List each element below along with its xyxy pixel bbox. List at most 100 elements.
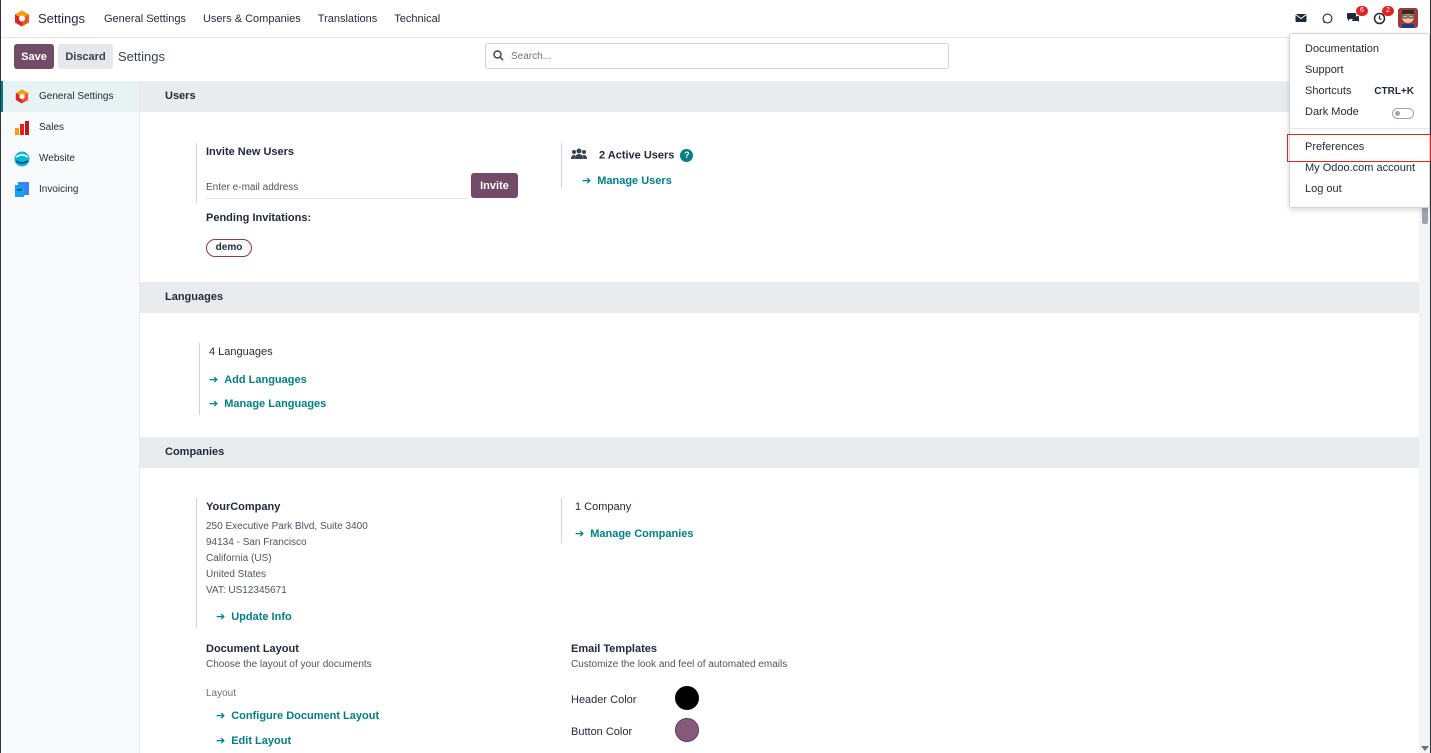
arrow-right-icon: ➔ — [209, 398, 219, 410]
save-button[interactable]: Save — [14, 44, 54, 69]
user-avatar[interactable] — [1398, 8, 1418, 28]
menu-divider — [1290, 128, 1429, 129]
company-name: YourCompany — [206, 501, 281, 513]
sidebar-item-label: Sales — [39, 122, 65, 133]
control-panel: Save Discard Settings — [1, 38, 1430, 81]
sidebar-item-sales[interactable]: Sales — [1, 112, 139, 143]
manage-languages-link[interactable]: ➔ Manage Languages — [209, 397, 326, 410]
manage-languages-label: Manage Languages — [224, 398, 327, 410]
menu-general-settings[interactable]: General Settings — [104, 13, 186, 25]
arrow-right-icon: ➔ — [209, 374, 219, 386]
chat-badge: 6 — [1356, 6, 1368, 16]
manage-users-label: Manage Users — [597, 175, 672, 187]
menu-item-odoo-account[interactable]: My Odoo.com account — [1290, 158, 1429, 179]
menu-item-dark-mode[interactable]: Dark Mode — [1290, 102, 1429, 123]
active-users-border — [561, 143, 562, 188]
manage-companies-link[interactable]: ➔ Manage Companies — [575, 527, 694, 540]
add-languages-label: Add Languages — [224, 374, 307, 386]
active-users-label: 2 Active Users — [599, 149, 675, 162]
search-bar[interactable] — [485, 43, 949, 69]
manage-users-link[interactable]: ➔ Manage Users — [582, 174, 672, 187]
dark-mode-toggle[interactable] — [1392, 108, 1414, 119]
add-languages-link[interactable]: ➔ Add Languages — [209, 373, 307, 386]
users-section-header: Users — [140, 81, 1419, 112]
page-title: Settings — [118, 49, 165, 64]
companies-section-header: Companies — [140, 437, 1419, 468]
header-color-swatch[interactable] — [675, 686, 699, 710]
users-group-icon — [571, 148, 587, 159]
manage-companies-label: Manage Companies — [590, 528, 694, 540]
active-users-count: 2 Active Users? — [599, 149, 694, 162]
website-icon — [14, 151, 30, 167]
shortcuts-label: Shortcuts — [1305, 85, 1352, 97]
app-name[interactable]: Settings — [38, 11, 85, 26]
menu-item-documentation[interactable]: Documentation — [1290, 39, 1429, 60]
whatsapp-icon[interactable] — [1320, 11, 1334, 25]
update-info-label: Update Info — [231, 611, 292, 623]
sidebar-item-label: Invoicing — [39, 184, 79, 195]
invite-button[interactable]: Invite — [471, 173, 518, 198]
shortcuts-key: CTRL+K — [1374, 86, 1414, 97]
arrow-right-icon: ➔ — [216, 735, 226, 747]
menu-item-logout[interactable]: Log out — [1290, 179, 1429, 200]
sidebar-item-label: General Settings — [39, 91, 114, 102]
update-info-link[interactable]: ➔ Update Info — [216, 610, 292, 623]
activity-clock-icon[interactable]: 2 — [1372, 6, 1394, 25]
sales-chart-icon — [14, 120, 30, 136]
languages-border — [199, 343, 200, 415]
languages-section-header: Languages — [140, 282, 1419, 313]
user-menu-dropdown: Documentation Support Shortcuts CTRL+K D… — [1287, 33, 1431, 208]
sidebar-item-general-settings[interactable]: General Settings — [1, 81, 139, 112]
company-address-line: 250 Executive Park Blvd, Suite 3400 — [206, 521, 368, 532]
menu-translations[interactable]: Translations — [318, 13, 378, 25]
menu-item-support[interactable]: Support — [1290, 60, 1429, 81]
help-icon[interactable]: ? — [680, 149, 694, 162]
activity-badge: 2 — [1382, 6, 1394, 16]
configure-layout-label: Configure Document Layout — [231, 710, 380, 722]
document-layout-desc: Choose the layout of your documents — [206, 659, 372, 670]
sidebar-item-label: Website — [39, 153, 75, 164]
arrow-right-icon: ➔ — [582, 175, 592, 187]
company-address-line: California (US) — [206, 553, 272, 564]
menu-item-shortcuts[interactable]: Shortcuts CTRL+K — [1290, 81, 1429, 102]
menu-users-companies[interactable]: Users & Companies — [203, 13, 301, 25]
languages-count: 4 Languages — [209, 346, 273, 358]
odoo-logo-icon[interactable] — [14, 10, 30, 27]
scrollbar-thumb[interactable] — [1422, 206, 1428, 224]
main-menu: General Settings Users & Companies Trans… — [104, 13, 440, 25]
settings-content: Users Invite New Users Invite Pending In… — [140, 81, 1419, 753]
arrow-right-icon: ➔ — [216, 611, 226, 623]
scroll-down-arrow-icon[interactable] — [1421, 746, 1429, 751]
configure-document-layout-link[interactable]: ➔ Configure Document Layout — [216, 709, 379, 722]
header-color-label: Header Color — [571, 694, 637, 706]
button-color-swatch[interactable] — [675, 718, 699, 742]
email-templates-title: Email Templates — [571, 643, 657, 655]
search-input[interactable] — [511, 47, 941, 65]
sidebar-item-website[interactable]: Website — [1, 143, 139, 174]
top-navbar: Settings General Settings Users & Compan… — [1, 0, 1430, 38]
menu-technical[interactable]: Technical — [394, 13, 440, 25]
arrow-right-icon: ➔ — [216, 710, 226, 722]
mail-icon[interactable] — [1294, 11, 1308, 25]
edit-layout-link[interactable]: ➔ Edit Layout — [216, 734, 291, 747]
company-count-border — [561, 498, 562, 543]
edit-layout-label: Edit Layout — [231, 735, 292, 747]
invite-email-input[interactable] — [206, 177, 468, 199]
invoicing-icon — [14, 182, 30, 198]
discard-button[interactable]: Discard — [58, 44, 113, 69]
arrow-right-icon: ➔ — [575, 528, 585, 540]
pending-invitation-tag[interactable]: demo — [206, 239, 252, 257]
email-templates-desc: Customize the look and feel of automated… — [571, 659, 788, 670]
users-invite-border — [196, 143, 197, 203]
dark-mode-label: Dark Mode — [1305, 106, 1359, 118]
invite-users-title: Invite New Users — [206, 146, 295, 158]
company-address-line: 94134 - San Francisco — [206, 537, 307, 548]
company-address-line: United States — [206, 569, 267, 580]
chat-icon[interactable]: 6 — [1346, 6, 1368, 25]
odoo-logo-icon — [14, 89, 30, 105]
sidebar-item-invoicing[interactable]: Invoicing — [1, 174, 139, 205]
document-layout-title: Document Layout — [206, 643, 299, 655]
search-icon — [493, 50, 504, 61]
company-count: 1 Company — [575, 501, 632, 513]
company-info-border — [196, 498, 197, 628]
